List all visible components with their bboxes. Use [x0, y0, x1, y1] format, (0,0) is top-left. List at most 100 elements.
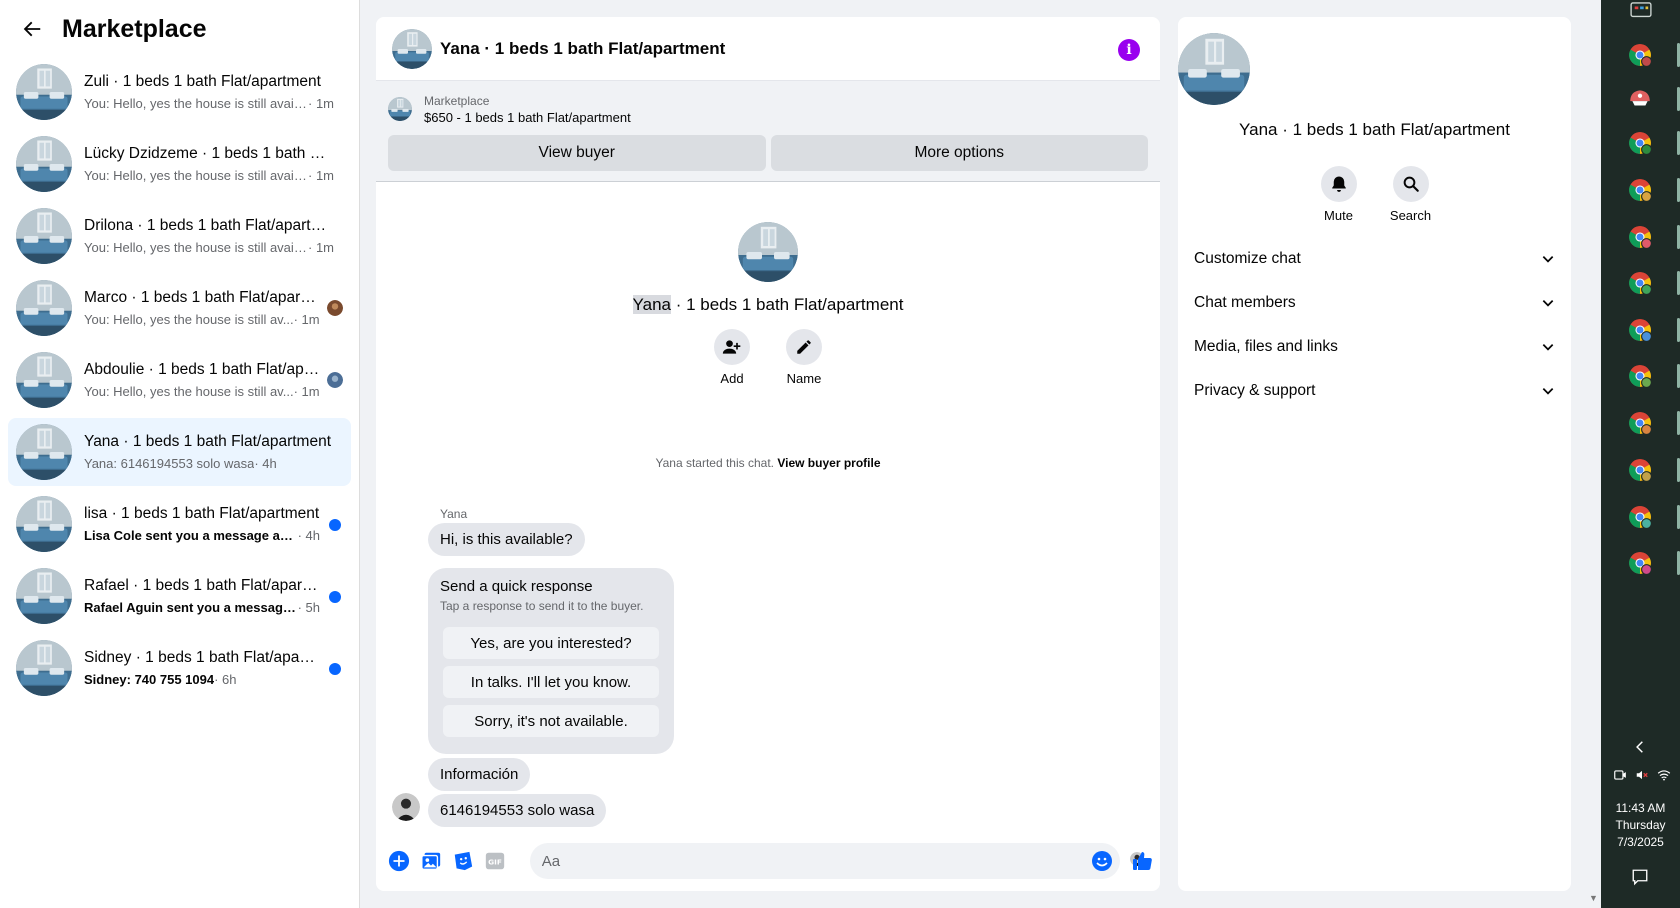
chat-avatar[interactable] [392, 29, 432, 69]
back-button[interactable] [18, 15, 46, 43]
browser-profile-icon[interactable] [1627, 504, 1653, 530]
conversation-item[interactable]: Zuli · 1 beds 1 bath Flat/apartment You:… [8, 58, 351, 126]
seen-avatar [327, 300, 343, 316]
conversation-name: Zuli · 1 beds 1 bath Flat/apartment [84, 73, 321, 90]
section-label: Privacy & support [1194, 382, 1316, 399]
volume-muted-icon[interactable] [1634, 768, 1650, 782]
browser-profile-icon[interactable] [1627, 410, 1653, 436]
quick-response-button[interactable]: Sorry, it's not available. [443, 705, 659, 737]
browser-profile-icon[interactable] [1627, 317, 1653, 343]
conversation-name: Lücky Dzidzeme · 1 beds 1 bath Flat/apar… [84, 145, 334, 162]
browser-profile-icon[interactable] [1627, 177, 1653, 203]
chat-started-notice: Yana started this chat. View buyer profi… [376, 456, 1160, 470]
message-input-box[interactable] [529, 843, 1121, 879]
browser-profile-icon[interactable] [1627, 457, 1653, 483]
browser-profile-icon[interactable] [1627, 270, 1653, 296]
chevron-down-icon [1542, 256, 1554, 263]
name-label: Name [786, 371, 822, 386]
mute-label: Mute [1324, 208, 1353, 223]
conversation-item[interactable]: Marco · 1 beds 1 bath Flat/apartment You… [8, 274, 351, 342]
conversation-item[interactable]: Abdoulie · 1 beds 1 bath Flat/apartment … [8, 346, 351, 414]
chevron-down-icon [1542, 388, 1554, 395]
customize-chat-section[interactable]: Customize chat [1178, 237, 1571, 281]
search-action[interactable]: Search [1389, 166, 1432, 223]
app-icon[interactable] [1630, 2, 1652, 20]
unread-dot-icon [329, 663, 341, 675]
notification-icon[interactable] [1631, 868, 1649, 886]
view-buyer-button[interactable]: View buyer [388, 135, 766, 171]
listing-avatar [16, 424, 72, 480]
conversation-time: · 5h [297, 600, 320, 615]
conversation-preview: Lisa Cole sent you a message abou... [84, 528, 298, 543]
listing-source: Marketplace [424, 93, 490, 108]
conversation-preview: You: Hello, yes the house is still av... [84, 312, 294, 327]
sender-name: Yana [440, 507, 468, 521]
search-label: Search [1389, 208, 1432, 223]
more-options-button[interactable]: More options [770, 135, 1148, 171]
info-icon[interactable]: i [1118, 39, 1140, 61]
chat-header: Yana · 1 beds 1 bath Flat/apartment i [376, 17, 1160, 81]
listing-avatar [16, 568, 72, 624]
quick-response-button[interactable]: Yes, are you interested? [443, 627, 659, 659]
message-bubble[interactable]: 6146194553 solo wasa [428, 794, 607, 827]
sidebar-title: Marketplace [62, 14, 207, 43]
browser-profile-icon[interactable] [1627, 42, 1653, 68]
mute-action[interactable]: Mute [1319, 166, 1359, 223]
like-button[interactable] [1128, 845, 1158, 877]
conversation-preview: Sidney: 740 755 1094 [84, 672, 215, 687]
conversation-item[interactable]: Drilona · 1 beds 1 bath Flat/apartment Y… [8, 202, 351, 270]
intro-avatar [738, 222, 798, 282]
arrow-left-icon [23, 21, 41, 37]
message-input[interactable] [541, 852, 1102, 870]
sidebar-header: Marketplace [0, 0, 359, 58]
conversation-preview: Rafael Aguin sent you a message a... [84, 600, 298, 615]
chat-started-text: Yana started this chat. [655, 456, 778, 470]
page-scrollbar[interactable] [1587, 0, 1601, 908]
chat-title[interactable]: Yana · 1 beds 1 bath Flat/apartment [440, 39, 725, 59]
meet-now-icon[interactable] [1613, 768, 1627, 782]
chat-members-section[interactable]: Chat members [1178, 281, 1571, 325]
info-avatar [1178, 33, 1250, 105]
conversation-time: · 1m [308, 240, 334, 255]
message-bubble[interactable]: Hi, is this available? [428, 523, 585, 556]
conversation-item-active[interactable]: Yana · 1 beds 1 bath Flat/apartment Yana… [8, 418, 351, 486]
browser-profile-icon[interactable] [1627, 363, 1653, 389]
browser-profile-icon[interactable] [1627, 86, 1653, 112]
name-chat-action[interactable]: Name [784, 329, 824, 386]
sticker-icon [454, 851, 473, 871]
scroll-down-arrow-icon[interactable]: ▼ [1589, 893, 1599, 903]
plus-circle-icon [388, 850, 410, 872]
quick-response-button[interactable]: In talks. I'll let you know. [443, 666, 659, 698]
chat-info-panel: Yana · 1 beds 1 bath Flat/apartment Mute… [1178, 17, 1571, 891]
more-actions-button[interactable] [384, 845, 414, 877]
conversation-item[interactable]: Sidney · 1 beds 1 bath Flat/apartment Si… [8, 634, 351, 702]
gif-button[interactable]: GIF [480, 845, 510, 877]
clock-time: 11:43 AM [1615, 801, 1666, 815]
conversation-time: · 6h [214, 672, 237, 687]
browser-profile-icon[interactable] [1627, 224, 1653, 250]
privacy-support-section[interactable]: Privacy & support [1178, 369, 1571, 413]
conversation-item[interactable]: lisa · 1 beds 1 bath Flat/apartment Lisa… [8, 490, 351, 558]
browser-profile-icon[interactable] [1627, 550, 1653, 576]
wifi-icon[interactable] [1656, 768, 1672, 782]
sticker-button[interactable] [448, 845, 478, 877]
quick-response-subtitle: Tap a response to send it to the buyer. [440, 599, 644, 613]
browser-profile-icon[interactable] [1627, 130, 1653, 156]
system-clock[interactable]: 11:43 AM Thursday 7/3/2025 [1601, 800, 1680, 851]
conversation-name: Drilona · 1 beds 1 bath Flat/apartment [84, 217, 334, 234]
chevron-left-icon[interactable] [1633, 740, 1647, 754]
conversation-item[interactable]: Lücky Dzidzeme · 1 beds 1 bath Flat/apar… [8, 130, 351, 198]
add-people-action[interactable]: Add [712, 329, 752, 386]
attach-photo-button[interactable] [416, 845, 446, 877]
conversation-time: · 1m [293, 312, 320, 327]
message-bubble[interactable]: Información [428, 758, 531, 791]
emoji-icon[interactable] [1090, 849, 1114, 873]
message-composer: GIF [376, 831, 1160, 891]
add-person-icon [722, 340, 741, 354]
conversation-sidebar: Marketplace Zuli · 1 beds 1 bath Flat/ap… [0, 0, 360, 908]
view-buyer-profile-link[interactable]: View buyer profile [777, 456, 880, 470]
conversation-item[interactable]: Rafael · 1 beds 1 bath Flat/apartment Ra… [8, 562, 351, 630]
media-files-links-section[interactable]: Media, files and links [1178, 325, 1571, 369]
conversation-time: · 4h [254, 456, 277, 471]
listing-info[interactable]: Marketplace $650 - 1 beds 1 bath Flat/ap… [388, 89, 1148, 129]
